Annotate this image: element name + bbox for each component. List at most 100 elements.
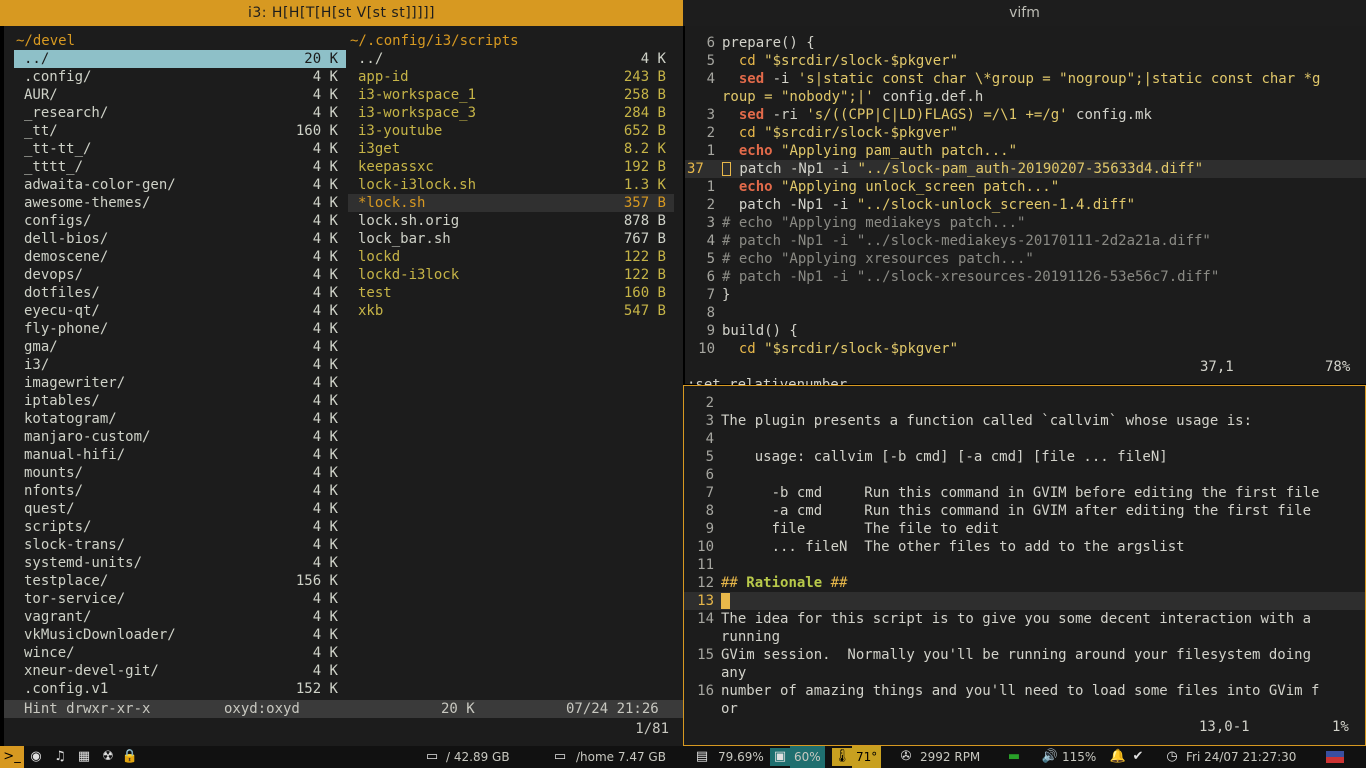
vim-editor-bottom[interactable]: 2 3 The plugin presents a function called… — [683, 385, 1366, 746]
file-size: 4 K — [640, 51, 666, 67]
file-row[interactable]: mounts/4 K — [14, 464, 346, 482]
file-size: 4 K — [312, 645, 338, 661]
file-name: configs/ — [24, 213, 92, 229]
vifm-left-pane[interactable]: ~/devel ../20 K .config/4 K AUR/4 K _resear… — [14, 32, 346, 698]
file-row[interactable]: i3-workspace_3 284 B — [348, 104, 674, 122]
file-row[interactable]: app-id 243 B — [348, 68, 674, 86]
file-row[interactable]: test 160 B — [348, 284, 674, 302]
file-row[interactable]: awesome-themes/4 K — [14, 194, 346, 212]
file-row[interactable]: iptables/4 K — [14, 392, 346, 410]
file-name: quest/ — [24, 501, 75, 517]
file-row[interactable]: .config/4 K — [14, 68, 346, 86]
file-row[interactable]: gma/4 K — [14, 338, 346, 356]
file-row[interactable]: *lock.sh 357 B — [348, 194, 674, 212]
file-name: eyecu-qt/ — [24, 303, 100, 319]
file-row[interactable]: eyecu-qt/4 K — [14, 302, 346, 320]
file-row[interactable]: dotfiles/4 K — [14, 284, 346, 302]
browser-icon[interactable]: ◉ — [26, 748, 46, 766]
file-row[interactable]: xkb 547 B — [348, 302, 674, 320]
file-size: 4 K — [312, 537, 338, 553]
file-row[interactable]: nfonts/4 K — [14, 482, 346, 500]
file-row[interactable]: lock_bar.sh 767 B — [348, 230, 674, 248]
file-size: 4 K — [312, 663, 338, 679]
file-row[interactable]: systemd-units/4 K — [14, 554, 346, 572]
file-row[interactable]: testplace/156 K — [14, 572, 346, 590]
file-row[interactable]: vagrant/4 K — [14, 608, 346, 626]
file-name: i3-youtube — [358, 123, 443, 139]
file-row[interactable]: i3-youtube 652 B — [348, 122, 674, 140]
file-row[interactable]: devops/4 K — [14, 266, 346, 284]
file-row[interactable]: lockd-i3lock 122 B — [348, 266, 674, 284]
music-icon[interactable]: ♫ — [50, 748, 70, 766]
file-row[interactable]: dell-bios/4 K — [14, 230, 346, 248]
file-row[interactable]: xneur-devel-git/4 K — [14, 662, 346, 680]
file-row[interactable]: .config.v1 152 K — [14, 680, 346, 698]
file-name: lockd — [358, 249, 401, 265]
file-size: 192 B — [623, 159, 666, 175]
vim-editor-top[interactable]: 6 prepare() { 5 cd "$srcdir/slock-$pkgver… — [683, 26, 1366, 393]
file-row[interactable]: demoscene/4 K — [14, 248, 346, 266]
file-row[interactable]: _tttt_/ 4 K — [14, 158, 346, 176]
file-name: iptables/ — [24, 393, 100, 409]
file-row[interactable]: manual-hifi/4 K — [14, 446, 346, 464]
file-row[interactable]: fly-phone/4 K — [14, 320, 346, 338]
file-row[interactable]: i3/4 K — [14, 356, 346, 374]
us-flag-icon[interactable] — [1326, 751, 1344, 763]
cpu-usage: 60% — [790, 746, 825, 768]
file-size: 4 K — [312, 429, 338, 445]
file-row[interactable]: lockd 122 B — [348, 248, 674, 266]
file-row[interactable]: configs/4 K — [14, 212, 346, 230]
file-name: xkb — [358, 303, 384, 319]
vifm-window[interactable]: ~/devel ../20 K .config/4 K AUR/4 K _resear… — [0, 26, 687, 746]
terminal-icon[interactable]: >_ — [0, 746, 24, 768]
file-row[interactable]: vkMusicDownloader/4 K — [14, 626, 346, 644]
file-row[interactable]: scripts/4 K — [14, 518, 346, 536]
film-icon[interactable]: ▦ — [74, 748, 94, 766]
file-row[interactable]: i3get 8.2 K — [348, 140, 674, 158]
file-row[interactable]: lock.sh.orig 878 B — [348, 212, 674, 230]
volume-icon[interactable]: 🔊 — [1040, 748, 1060, 766]
file-size: 160 K — [295, 123, 338, 139]
file-row[interactable]: adwaita-color-gen/4 K — [14, 176, 346, 194]
file-name: dell-bios/ — [24, 231, 109, 247]
file-row[interactable]: _tt/160 K — [14, 122, 346, 140]
file-row[interactable]: tor-service/4 K — [14, 590, 346, 608]
file-row[interactable]: keepassxc 192 B — [348, 158, 674, 176]
left-file-list[interactable]: ../20 K .config/4 K AUR/4 K _research/4 K _t… — [14, 50, 346, 698]
file-row[interactable]: wince/4 K — [14, 644, 346, 662]
status-hint: Hint drwxr-xr-x — [24, 701, 151, 717]
file-row[interactable]: AUR/4 K — [14, 86, 346, 104]
file-row[interactable]: lock-i3lock.sh 1.3 K — [348, 176, 674, 194]
file-name: manual-hifi/ — [24, 447, 126, 463]
file-row[interactable]: quest/4 K — [14, 500, 346, 518]
file-row[interactable]: manjaro-custom/4 K — [14, 428, 346, 446]
file-name: i3-workspace_3 — [358, 105, 477, 121]
bell-icon[interactable]: 🔔 — [1108, 748, 1128, 766]
drive-icon: ▭ — [425, 749, 439, 764]
file-row[interactable]: ../ 20 K — [14, 50, 346, 68]
file-row[interactable]: imagewriter/4 K — [14, 374, 346, 392]
file-size: 4 K — [312, 411, 338, 427]
file-name: lock.sh.orig — [358, 213, 460, 229]
clock: Fri 24/07 21:27:30 — [1186, 750, 1297, 764]
disk-home: /home 7.47 GB — [576, 750, 666, 764]
file-row[interactable]: slock-trans/4 K — [14, 536, 346, 554]
file-row[interactable]: i3-workspace_1 258 B — [348, 86, 674, 104]
file-name: ../ — [358, 51, 384, 67]
radiation-icon[interactable]: ☢ — [98, 748, 118, 766]
file-size: 4 K — [312, 375, 338, 391]
check-icon[interactable]: ✔ — [1128, 748, 1148, 766]
file-row[interactable]: ../ 4 K — [348, 50, 674, 68]
memory-icon: ▤ — [695, 749, 709, 764]
file-row[interactable]: kotatogram/4 K — [14, 410, 346, 428]
vifm-right-pane[interactable]: ~/.config/i3/scripts ../4 Kapp-id 243 Bi3… — [348, 32, 674, 320]
right-file-list[interactable]: ../ 4 Kapp-id 243 Bi3-workspace_1 258 Bi3-w… — [348, 50, 674, 320]
file-name: vkMusicDownloader/ — [24, 627, 176, 643]
file-row[interactable]: _tt-tt_/ 4 K — [14, 140, 346, 158]
lock-icon[interactable]: 🔒 — [120, 748, 140, 766]
file-row[interactable]: _research/4 K — [14, 104, 346, 122]
status-owner: oxyd:oxyd — [224, 701, 300, 717]
file-name: xneur-devel-git/ — [24, 663, 159, 679]
file-name: keepassxc — [358, 159, 434, 175]
file-size: 258 B — [623, 87, 666, 103]
